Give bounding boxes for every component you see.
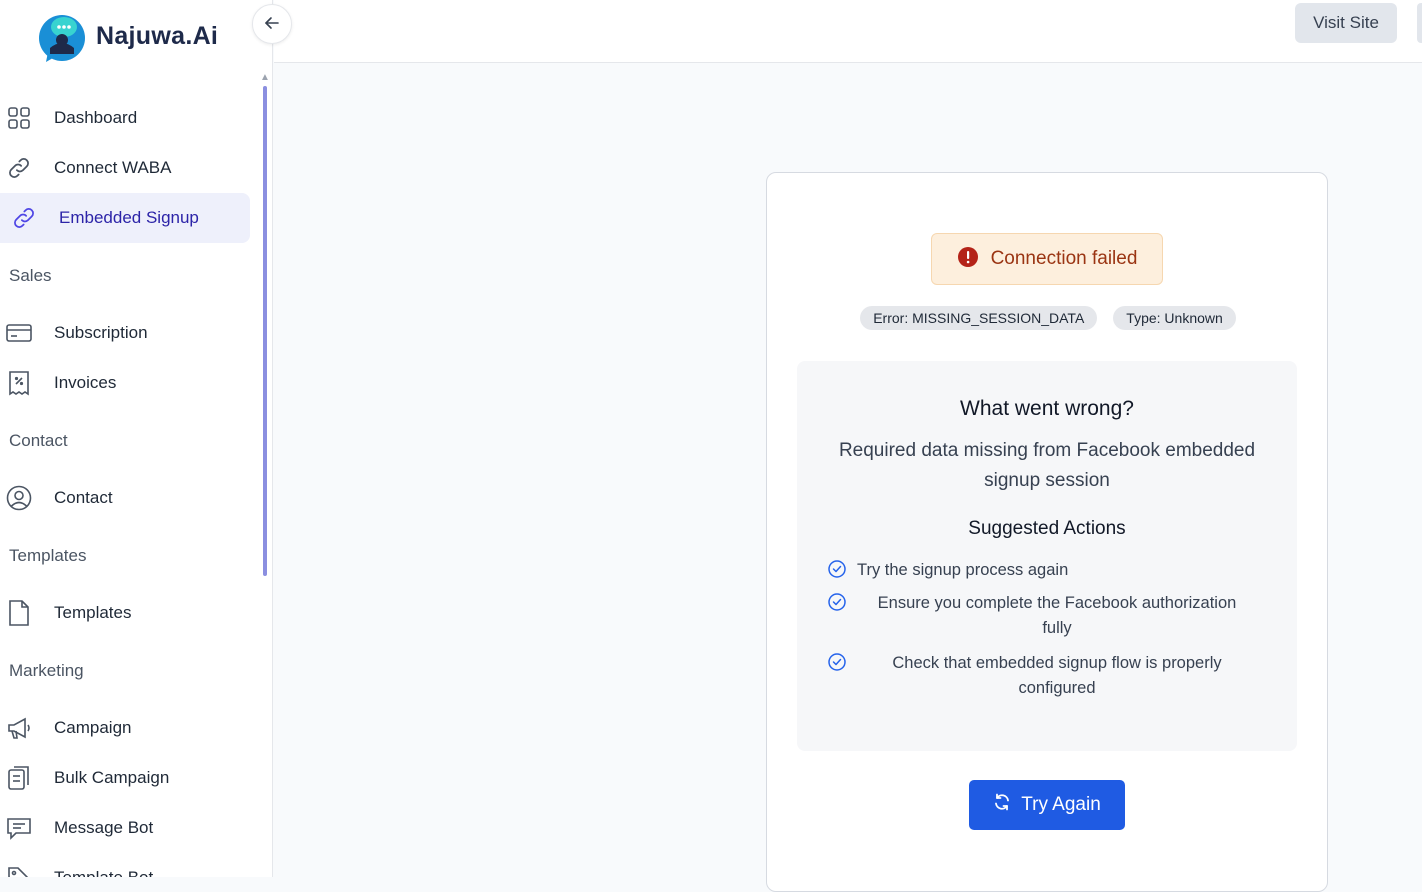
try-again-button[interactable]: Try Again (969, 780, 1125, 830)
error-code-badge: Error: MISSING_SESSION_DATA (860, 306, 1098, 330)
credit-card-icon (6, 320, 32, 346)
file-icon (6, 600, 32, 626)
section-title-templates: Templates (9, 545, 87, 565)
receipt-icon (6, 370, 32, 396)
sidebar-item-label: Invoices (54, 373, 117, 392)
sidebar-item-label: Subscription (54, 323, 148, 342)
collapse-sidebar-button[interactable] (252, 4, 292, 44)
check-circle-icon (827, 559, 847, 579)
brand[interactable]: Najuwa.Ai (36, 8, 218, 64)
alert-text: Connection failed (990, 248, 1138, 269)
link-icon (11, 205, 37, 231)
sidebar: Najuwa.Ai Dashboard Connect WABA Embedde… (0, 0, 273, 877)
suggested-action-item: Ensure you complete the Facebook authori… (827, 591, 1267, 641)
sidebar-item-label: Campaign (54, 718, 132, 737)
sidebar-item-template-bot[interactable]: Template Bot (0, 853, 250, 877)
action-text: Check that embedded signup flow is prope… (892, 654, 1222, 697)
suggested-actions-title: Suggested Actions (968, 518, 1126, 539)
sidebar-nav: Dashboard Connect WABA Embedded Signup S… (0, 93, 260, 877)
what-went-wrong-panel: What went wrong? Required data missing f… (797, 361, 1297, 751)
sidebar-item-bulk-campaign[interactable]: Bulk Campaign (0, 753, 250, 803)
error-description: Required data missing from Facebook embe… (838, 440, 1256, 491)
sidebar-item-templates[interactable]: Templates (0, 588, 250, 638)
section-title-sales: Sales (9, 265, 52, 285)
sidebar-item-label: Bulk Campaign (54, 768, 170, 787)
section-title-marketing: Marketing (9, 660, 84, 680)
brand-name: Najuwa.Ai (96, 21, 219, 50)
sidebar-item-invoices[interactable]: Invoices (0, 358, 250, 408)
sidebar-item-campaign[interactable]: Campaign (0, 703, 250, 753)
clipboard-icon (6, 765, 32, 791)
message-icon (6, 815, 32, 841)
user-circle-icon (6, 485, 32, 511)
refresh-icon (993, 793, 1011, 817)
suggested-action-item: Try the signup process again (827, 558, 1267, 583)
connection-failed-alert: Connection failed (931, 233, 1163, 285)
sidebar-item-subscription[interactable]: Subscription (0, 308, 250, 358)
sidebar-scrollbar[interactable] (263, 86, 267, 576)
section-title-contact: Contact (9, 430, 68, 450)
visit-site-button[interactable]: Visit Site (1295, 3, 1397, 43)
action-text: Ensure you complete the Facebook authori… (877, 594, 1237, 637)
sidebar-item-dashboard[interactable]: Dashboard (0, 93, 250, 143)
top-bar: Visit Site (274, 0, 1422, 63)
tag-icon (6, 865, 32, 877)
action-text: Try the signup process again (857, 561, 1069, 579)
arrow-left-icon (263, 14, 281, 35)
sidebar-item-label: Message Bot (54, 818, 154, 837)
sidebar-item-embedded-signup[interactable]: Embedded Signup (0, 193, 250, 243)
link-icon (6, 155, 32, 181)
logo (36, 8, 90, 64)
check-circle-icon (827, 592, 847, 612)
sidebar-item-label: Embedded Signup (59, 208, 199, 227)
sidebar-item-contact[interactable]: Contact (0, 473, 250, 523)
sidebar-item-label: Templates (54, 603, 132, 622)
sidebar-item-label: Connect WABA (54, 158, 172, 177)
panel-title: What went wrong? (960, 397, 1134, 420)
suggested-action-item: Check that embedded signup flow is prope… (827, 651, 1267, 701)
sidebar-item-connect-waba[interactable]: Connect WABA (0, 143, 250, 193)
error-badges: Error: MISSING_SESSION_DATA Type: Unknow… (767, 306, 1329, 330)
grid-icon (6, 105, 32, 131)
sidebar-item-label: Dashboard (54, 108, 138, 127)
try-again-label: Try Again (1021, 794, 1101, 815)
check-circle-icon (827, 652, 847, 672)
profile-button-partial[interactable] (1417, 3, 1422, 43)
sidebar-item-label: Template Bot (54, 868, 153, 877)
scroll-up-arrow-icon[interactable]: ▲ (260, 72, 270, 83)
megaphone-icon (6, 715, 32, 741)
sidebar-item-label: Contact (54, 488, 113, 507)
alert-circle-icon (957, 246, 979, 273)
signup-error-card: Connection failed Error: MISSING_SESSION… (766, 172, 1328, 892)
error-type-badge: Type: Unknown (1113, 306, 1236, 330)
sidebar-item-message-bot[interactable]: Message Bot (0, 803, 250, 853)
